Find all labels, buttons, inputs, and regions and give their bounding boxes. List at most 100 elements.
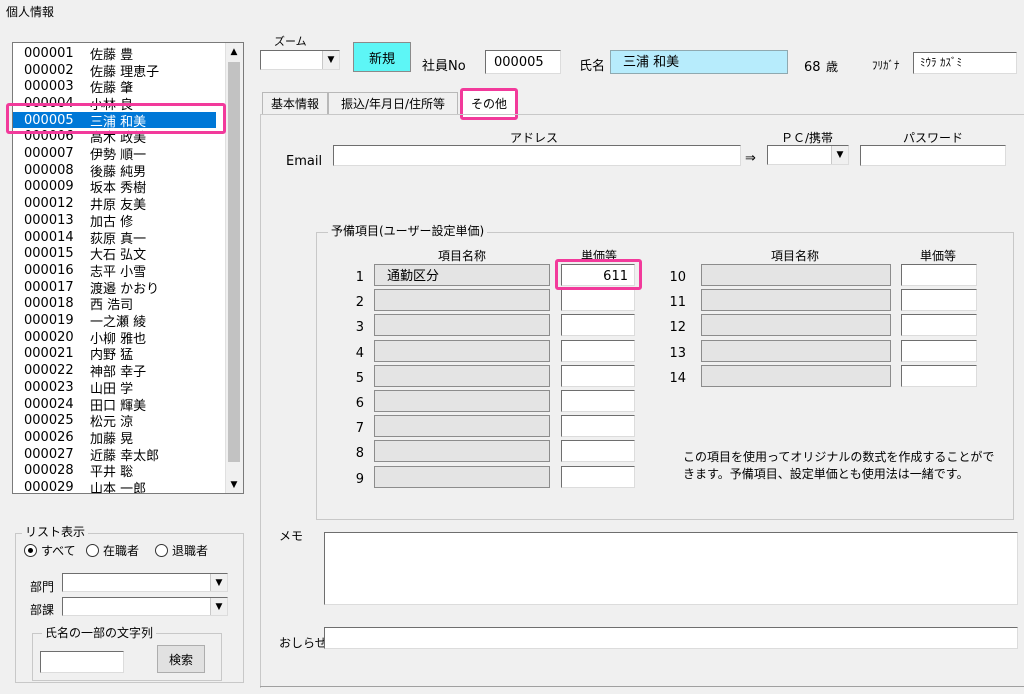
list-item[interactable]: 000027 近藤 幸太郎 <box>13 446 227 464</box>
scroll-thumb[interactable] <box>228 62 240 462</box>
radio-all[interactable]: すべて <box>24 544 76 557</box>
dept-label: 部門 <box>30 580 55 594</box>
reserve-unit-price-field[interactable] <box>901 314 977 337</box>
reserve-item-name-field[interactable] <box>374 440 550 463</box>
left-item-name-header: 項目名称 <box>437 249 486 263</box>
reserve-unit-price-field[interactable] <box>561 364 635 387</box>
reserve-item-number: 2 <box>355 295 364 311</box>
employee-code: 000003 <box>24 79 74 95</box>
reserve-item-name-field[interactable] <box>374 415 550 438</box>
reserve-unit-price-field[interactable] <box>901 339 977 362</box>
list-item[interactable]: 000008 後藤 純男 <box>13 162 227 180</box>
emp-no-label: 社員No <box>422 59 466 74</box>
search-button[interactable]: 検索 <box>157 645 205 673</box>
password-input[interactable] <box>860 145 1006 166</box>
chevron-down-icon[interactable]: ▼ <box>210 598 227 615</box>
reserve-item-name-field[interactable] <box>701 339 891 362</box>
scroll-down-button[interactable]: ▼ <box>226 476 242 493</box>
reserve-item-name-field[interactable] <box>374 339 550 362</box>
reserve-unit-price-field[interactable] <box>561 415 635 438</box>
reserve-item-number: 3 <box>355 320 364 336</box>
reserve-unit-price-field[interactable] <box>561 289 635 312</box>
device-select[interactable]: ▼ <box>767 145 849 165</box>
list-item[interactable]: 000002 佐藤 理恵子 <box>13 62 227 80</box>
dept-select[interactable]: ▼ <box>62 573 228 592</box>
window-title: 個人情報 <box>6 5 55 19</box>
reserve-item-name-field[interactable] <box>374 314 550 337</box>
furigana-field[interactable]: ﾐｳﾗ ｶｽﾞﾐ <box>913 52 1017 74</box>
list-item[interactable]: 000014 荻原 真一 <box>13 229 227 247</box>
list-item[interactable]: 000024 田口 輝美 <box>13 396 227 414</box>
reserve-unit-price-field[interactable] <box>561 390 635 412</box>
emp-no-field[interactable]: 000005 <box>485 50 561 74</box>
scroll-up-button[interactable]: ▲ <box>226 43 242 60</box>
list-item[interactable]: 000015 大石 弘文 <box>13 245 227 263</box>
list-item[interactable]: 000025 松元 涼 <box>13 412 227 430</box>
reserve-item-name-field[interactable] <box>701 364 891 387</box>
zoom-select[interactable]: ▼ <box>260 50 340 70</box>
reserve-note-line2: きます。予備項目、設定単価とも使用法は一緒です。 <box>683 467 969 481</box>
list-item[interactable]: 000007 伊勢 順一 <box>13 145 227 163</box>
reserve-item-number: 9 <box>355 471 364 487</box>
reserve-item-name-field[interactable]: 通勤区分 <box>374 264 550 286</box>
reserve-item-name-field[interactable] <box>374 289 550 312</box>
reserve-item-name-field[interactable] <box>374 390 550 412</box>
list-item[interactable]: 000018 西 浩司 <box>13 296 227 313</box>
section-select[interactable]: ▼ <box>62 597 228 616</box>
reserve-unit-price-field[interactable] <box>561 339 635 362</box>
name-field[interactable]: 三浦 和美 <box>610 50 788 74</box>
list-item[interactable]: 000020 小柳 雅也 <box>13 329 227 347</box>
reserve-item-name-field[interactable] <box>701 314 891 337</box>
tab-basic-info[interactable]: 基本情報 <box>262 92 328 115</box>
list-item[interactable]: 000003 佐藤 肇 <box>13 78 227 96</box>
list-item[interactable]: 000026 加藤 晃 <box>13 429 227 447</box>
list-item[interactable]: 000017 渡邉 かおり <box>13 279 227 297</box>
reserve-item-name-field[interactable] <box>701 264 891 286</box>
email-address-input[interactable] <box>333 145 741 166</box>
furigana-label: ﾌﾘｶﾞﾅ <box>872 59 900 72</box>
list-item[interactable]: 000013 加古 修 <box>13 212 227 230</box>
radio-active[interactable]: 在職者 <box>86 544 139 557</box>
list-item[interactable]: 000016 志平 小雪 <box>13 262 227 280</box>
list-item[interactable]: 000023 山田 学 <box>13 379 227 397</box>
reserve-unit-price-field[interactable] <box>901 264 977 286</box>
reserve-item-name-field[interactable] <box>374 364 550 387</box>
list-item[interactable]: 000021 内野 猛 <box>13 346 227 363</box>
list-item[interactable]: 000029 山本 一郎 <box>13 479 227 493</box>
chevron-down-icon[interactable]: ▼ <box>831 146 848 164</box>
age-unit: 歳 <box>826 60 839 74</box>
reserve-item-name-field[interactable] <box>374 465 550 488</box>
chevron-down-icon[interactable]: ▼ <box>210 574 227 591</box>
reserve-group-title: 予備項目(ユーザー設定単価) <box>328 225 488 237</box>
reserve-unit-price-field[interactable] <box>561 465 635 488</box>
reserve-item-number: 7 <box>355 421 364 437</box>
list-item[interactable]: 000012 井原 友美 <box>13 195 227 213</box>
employee-code: 000027 <box>24 446 74 462</box>
list-item[interactable]: 000028 平井 聡 <box>13 463 227 480</box>
reserve-unit-price-field[interactable] <box>901 289 977 312</box>
list-item[interactable]: 000019 一之瀬 綾 <box>13 312 227 330</box>
reserve-item-number: 8 <box>355 446 364 462</box>
reserve-unit-price-field[interactable] <box>901 364 977 387</box>
employee-code: 000022 <box>24 363 74 379</box>
list-item[interactable]: 000009 坂本 秀樹 <box>13 179 227 196</box>
notice-input[interactable] <box>324 627 1018 649</box>
list-item[interactable]: 000022 神部 幸子 <box>13 362 227 380</box>
memo-textarea[interactable] <box>324 532 1018 605</box>
radio-retired[interactable]: 退職者 <box>155 544 208 557</box>
new-button-label: 新規 <box>368 51 395 67</box>
employee-code: 000023 <box>24 379 74 395</box>
radio-active-label: 在職者 <box>103 543 140 558</box>
tab-transfer-dates-address[interactable]: 振込/年月日/住所等 <box>328 92 458 115</box>
list-item[interactable]: 000001 佐藤 豊 <box>13 45 227 63</box>
employee-code: 000025 <box>24 413 74 429</box>
chevron-down-icon[interactable]: ▼ <box>322 51 339 69</box>
reserve-unit-price-field[interactable] <box>561 440 635 463</box>
reserve-item-name-field[interactable] <box>701 289 891 312</box>
employee-code: 000009 <box>24 179 74 195</box>
new-button[interactable]: 新規 <box>353 42 411 72</box>
reserve-unit-price-field[interactable] <box>561 314 635 337</box>
reserve-item-number: 4 <box>355 345 364 361</box>
list-scrollbar[interactable]: ▲ ▼ <box>225 43 243 493</box>
name-search-input[interactable] <box>40 651 124 673</box>
